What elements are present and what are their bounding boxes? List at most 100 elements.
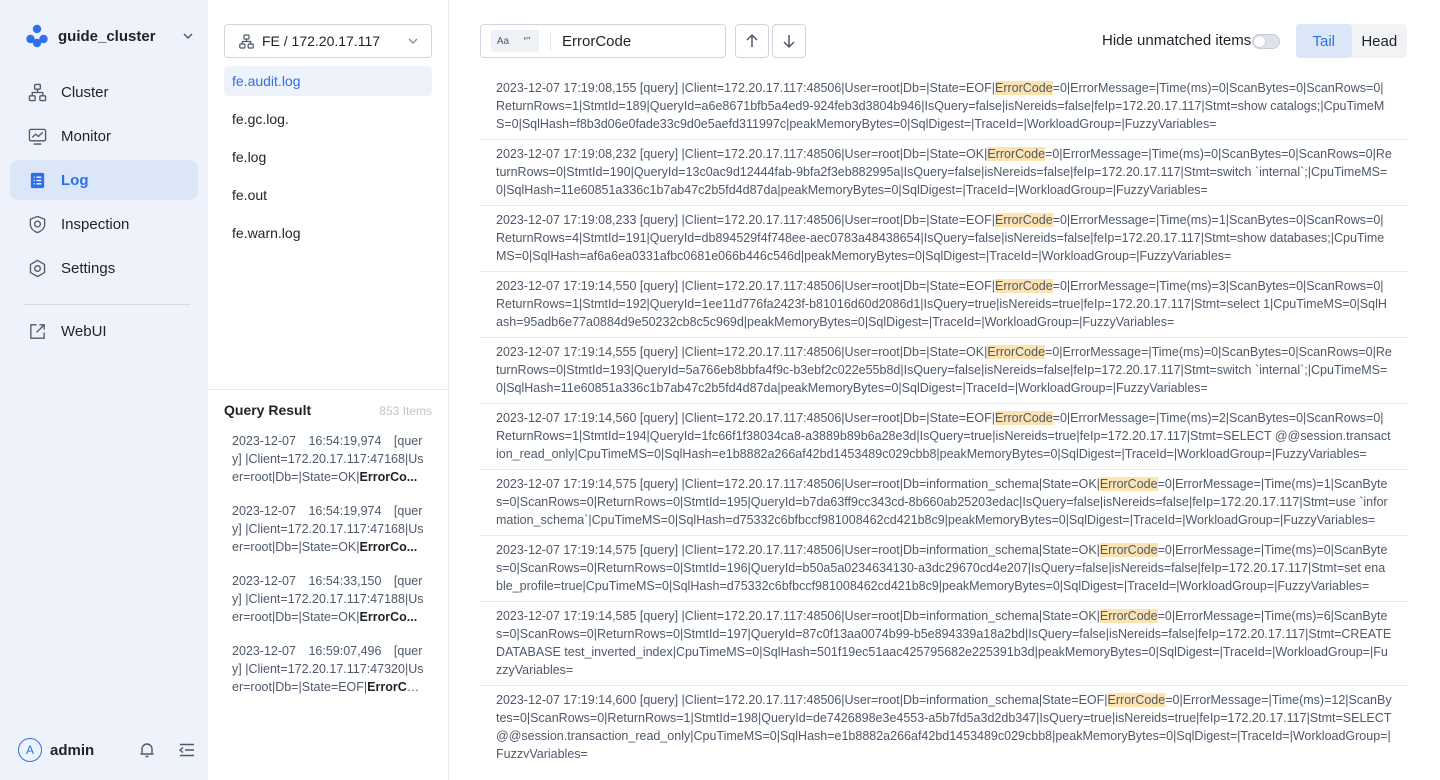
query-result-item[interactable]: 2023-12-07 16:59:07,496 [quer y] |Client… xyxy=(232,642,424,712)
query-result-line: y] |Client=172.20.17.117:47188|Us xyxy=(232,592,424,606)
log-text: 2023-12-07 17:19:08,155 [query] |Client=… xyxy=(496,81,995,95)
whole-word-toggle[interactable]: “” xyxy=(515,30,539,52)
avatar[interactable]: A xyxy=(18,738,42,762)
collapse-menu-icon[interactable] xyxy=(178,741,196,759)
previous-match-button[interactable] xyxy=(735,24,769,58)
log-entry: 2023-12-07 17:19:08,232 [query] |Client=… xyxy=(480,140,1408,206)
divider xyxy=(208,389,448,390)
node-tree-icon xyxy=(239,33,254,49)
chevron-down-icon xyxy=(183,33,193,40)
query-result-title: Query Result xyxy=(224,402,312,418)
log-entry: 2023-12-07 17:19:14,575 [query] |Client=… xyxy=(480,470,1408,536)
nav-item-label: WebUI xyxy=(61,322,107,340)
query-result-line: 2023-12-07 16:54:33,150 [quer xyxy=(232,574,423,588)
nav-item-label: Cluster xyxy=(61,83,109,101)
sidebar: guide_cluster Cluster Monitor Log Inspec… xyxy=(0,0,208,780)
bell-icon[interactable] xyxy=(138,741,156,759)
nav-item-settings[interactable]: Settings xyxy=(10,248,198,288)
log-text: 2023-12-07 17:19:14,575 [query] |Client=… xyxy=(496,543,1100,557)
search-separator xyxy=(550,32,551,50)
cluster-name: guide_cluster xyxy=(58,27,156,45)
search-input[interactable] xyxy=(562,32,712,50)
cluster-switcher[interactable]: guide_cluster xyxy=(24,22,194,50)
query-result-line: y] |Client=172.20.17.117:47168|Us xyxy=(232,452,424,466)
nav-item-label: Settings xyxy=(61,259,116,277)
query-result-line: er=root|Db=|State=EOF| xyxy=(232,680,368,694)
node-select-value: FE / 172.20.17.117 xyxy=(262,33,381,49)
user-name[interactable]: admin xyxy=(50,742,116,759)
search-match-highlight: ErrorCode xyxy=(1099,543,1158,557)
nav-item-webui[interactable]: WebUI xyxy=(10,311,198,351)
query-result-line: er=root|Db=|State=OK| xyxy=(232,470,360,484)
log-entry: 2023-12-07 17:19:14,575 [query] |Client=… xyxy=(480,536,1408,602)
log-entry: 2023-12-07 17:19:14,550 [query] |Client=… xyxy=(480,272,1408,338)
log-text: 2023-12-07 17:19:14,555 [query] |Client=… xyxy=(496,345,988,359)
cluster-icon xyxy=(28,83,47,101)
log-entries: 2023-12-07 17:19:08,155 [query] |Client=… xyxy=(480,74,1408,758)
log-text: 2023-12-07 17:19:08,233 [query] |Client=… xyxy=(496,213,995,227)
query-result-list: 2023-12-07 16:54:19,974 [quer y] |Client… xyxy=(232,432,424,712)
search-options: Aa “” xyxy=(491,30,539,52)
search-match-highlight: ErrorCode xyxy=(1099,609,1158,623)
settings-icon xyxy=(29,259,46,277)
query-result-item[interactable]: 2023-12-07 16:54:19,974 [quer y] |Client… xyxy=(232,502,424,572)
query-result-line: 2023-12-07 16:54:19,974 [quer xyxy=(232,434,423,448)
log-entry: 2023-12-07 17:19:08,233 [query] |Client=… xyxy=(480,206,1408,272)
query-result-count: 853 Items xyxy=(379,404,432,418)
monitor-icon xyxy=(28,128,47,145)
tail-button[interactable]: Tail xyxy=(1296,24,1352,58)
inspection-icon xyxy=(29,215,46,233)
file-panel: FE / 172.20.17.117 fe.audit.log fe.gc.lo… xyxy=(208,0,449,780)
nav-item-monitor[interactable]: Monitor xyxy=(10,116,198,156)
search-box: Aa “” xyxy=(480,24,726,58)
file-item[interactable]: fe.audit.log xyxy=(224,66,432,96)
next-match-button[interactable] xyxy=(772,24,806,58)
search-match-highlight: ErrorCode xyxy=(995,279,1053,293)
search-match-highlight: ErrorCode xyxy=(995,411,1053,425)
query-result-header: Query Result 853 Items xyxy=(224,402,432,418)
file-item[interactable]: fe.log xyxy=(224,142,432,172)
query-result-line: 2023-12-07 16:59:07,496 [quer xyxy=(232,644,423,658)
query-result-line: er=root|Db=|State=OK| xyxy=(232,540,360,554)
node-select[interactable]: FE / 172.20.17.117 xyxy=(224,24,432,58)
nav-item-label: Monitor xyxy=(61,127,112,145)
external-link-icon xyxy=(30,323,45,339)
nav-item-log[interactable]: Log xyxy=(10,160,198,200)
query-result-item[interactable]: 2023-12-07 16:54:33,150 [quer y] |Client… xyxy=(232,572,424,642)
match-case-toggle[interactable]: Aa xyxy=(491,30,515,52)
query-result-line: 2023-12-07 16:54:19,974 [quer xyxy=(232,504,423,518)
nav-item-inspection[interactable]: Inspection xyxy=(10,204,198,244)
search-match-highlight: ErrorCode xyxy=(987,147,1046,161)
query-result-line: y] |Client=172.20.17.117:47320|Us xyxy=(232,662,424,676)
nav-item-label: Log xyxy=(61,171,89,189)
log-text: 2023-12-07 17:19:14,575 [query] |Client=… xyxy=(496,477,1100,491)
log-icon xyxy=(30,172,45,188)
search-match-highlight: ErrorCode xyxy=(1107,693,1166,707)
nav-item-label: Inspection xyxy=(61,215,130,233)
nav-item-cluster[interactable]: Cluster xyxy=(10,72,198,112)
file-item[interactable]: fe.out xyxy=(224,180,432,210)
log-text: 2023-12-07 17:19:14,600 [query] |Client=… xyxy=(496,693,1108,707)
hide-unmatched-toggle[interactable] xyxy=(1252,34,1280,49)
tail-head-switch: Tail Head xyxy=(1296,24,1407,58)
query-result-line: y] |Client=172.20.17.117:47168|Us xyxy=(232,522,424,536)
arrow-down-icon xyxy=(783,35,795,49)
query-result-match: ErrorCo... xyxy=(367,680,424,694)
search-match-highlight: ErrorCode xyxy=(995,81,1053,95)
query-result-item[interactable]: 2023-12-07 16:54:19,974 [quer y] |Client… xyxy=(232,432,424,502)
nav-divider xyxy=(24,304,190,305)
log-entry: 2023-12-07 17:19:08,155 [query] |Client=… xyxy=(480,74,1408,140)
file-item[interactable]: fe.warn.log xyxy=(224,218,432,248)
search-match-highlight: ErrorCode xyxy=(987,345,1046,359)
file-item[interactable]: fe.gc.log. xyxy=(224,104,432,134)
log-text: 2023-12-07 17:19:08,232 [query] |Client=… xyxy=(496,147,988,161)
head-button[interactable]: Head xyxy=(1352,24,1408,58)
log-entry: 2023-12-07 17:19:14,600 [query] |Client=… xyxy=(480,686,1408,758)
log-viewer: Aa “” Hide unmatched items Tail Head 202… xyxy=(449,0,1440,780)
log-entry: 2023-12-07 17:19:14,585 [query] |Client=… xyxy=(480,602,1408,686)
log-text: 2023-12-07 17:19:14,550 [query] |Client=… xyxy=(496,279,995,293)
query-result-match: ErrorCo... xyxy=(359,610,418,624)
log-entry: 2023-12-07 17:19:14,560 [query] |Client=… xyxy=(480,404,1408,470)
file-list: fe.audit.log fe.gc.log. fe.log fe.out fe… xyxy=(224,66,432,256)
search-match-highlight: ErrorCode xyxy=(995,213,1053,227)
